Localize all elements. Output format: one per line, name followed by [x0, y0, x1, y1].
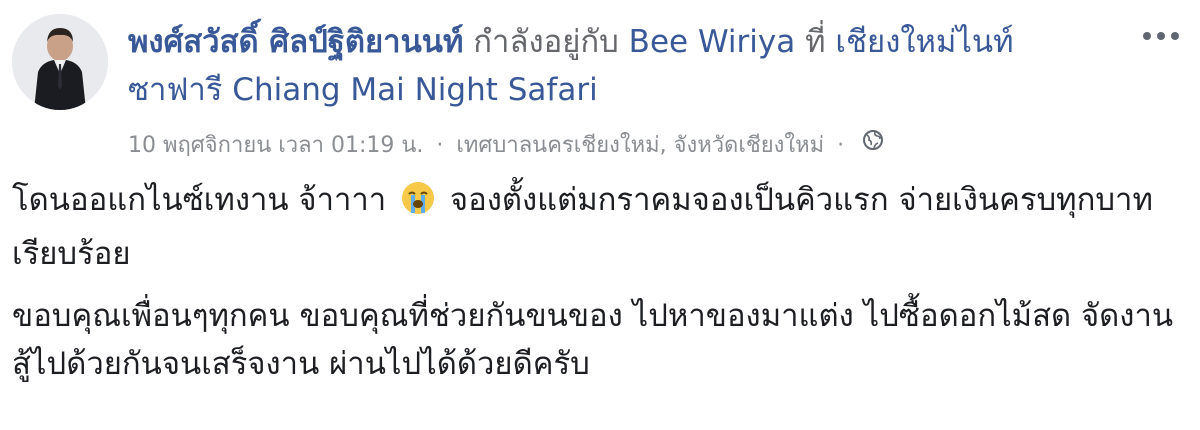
post-paragraph-2: ขอบคุณเพื่อนๆทุกคน ขอบคุณที่ช่วยกันขนของ… [12, 298, 1174, 382]
post-header: พงศ์สวัสดิ์ ศิลป์ฐิติยานนท์ กำลังอยู่กับ… [128, 18, 1088, 114]
loudly-crying-face-icon [400, 180, 436, 230]
globe-icon[interactable] [861, 126, 885, 166]
meta-separator: · [837, 133, 845, 158]
facebook-post: พงศ์สวัสดิ์ ศิลป์ฐิติยานนท์ กำลังอยู่กับ… [0, 0, 1200, 430]
timestamp[interactable]: 10 พฤศจิกายน เวลา 01:19 น. [128, 133, 423, 158]
author-name[interactable]: พงศ์สวัสดิ์ ศิลป์ฐิติยานนท์ [128, 24, 463, 60]
author-avatar[interactable] [12, 14, 108, 110]
ellipsis-icon [1143, 32, 1179, 40]
post-meta: 10 พฤศจิกายน เวลา 01:19 น. · เทศบาลนครเช… [128, 126, 885, 166]
tagged-person[interactable]: Bee Wiriya [629, 24, 796, 60]
post-paragraph-1: โดนออแกไนซ์เทงาน จ้าาาา จองตั้งแต่มกราคม… [12, 176, 1182, 278]
paragraph-1-text-a: โดนออแกไนซ์เทงาน จ้าาาา [12, 182, 387, 218]
at-text: ที่ [805, 24, 826, 60]
more-options-button[interactable] [1136, 18, 1186, 54]
location[interactable]: เทศบาลนครเชียงใหม่, จังหวัดเชียงใหม่ [456, 133, 824, 158]
privacy-globe-icon [863, 130, 884, 150]
avatar-photo [12, 14, 108, 110]
meta-separator: · [436, 133, 444, 158]
with-text: กำลังอยู่กับ [473, 24, 619, 60]
post-body: โดนออแกไนซ์เทงาน จ้าาาา จองตั้งแต่มกราคม… [12, 176, 1182, 402]
